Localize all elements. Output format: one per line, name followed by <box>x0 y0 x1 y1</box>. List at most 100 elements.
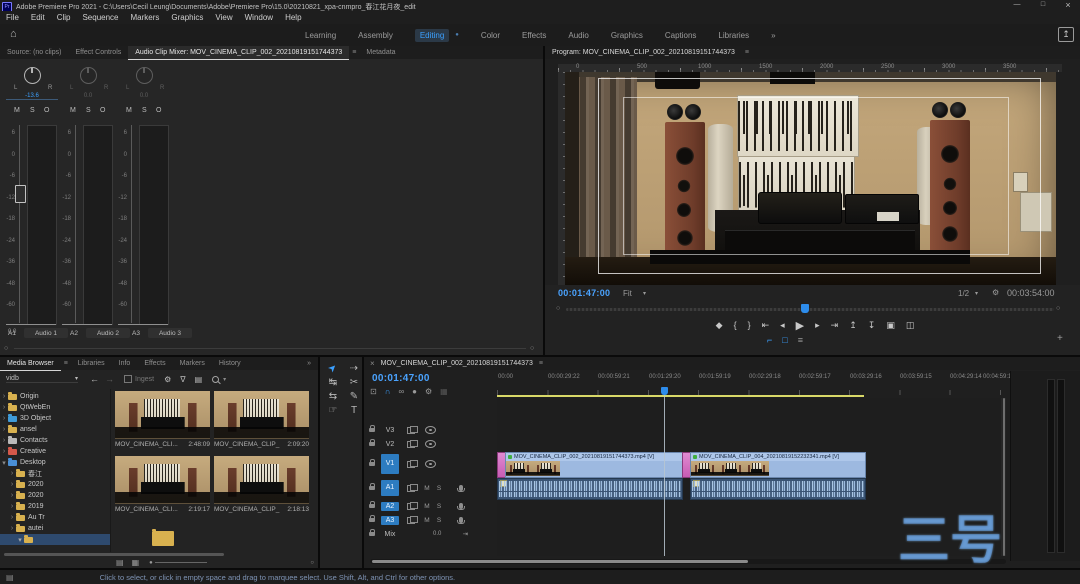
filetype-filter-icon[interactable]: ▤ <box>195 375 203 384</box>
program-video-frame[interactable] <box>565 72 1056 285</box>
tree-item-origin[interactable]: ›Origin <box>0 391 110 402</box>
track-target-a3[interactable]: A3 <box>381 516 399 525</box>
tree-item-selected-bin[interactable]: ▾ <box>0 534 111 545</box>
timeline-ruler[interactable]: 00:00 00:00:29:22 00:00:59:21 00:01:29:2… <box>497 371 1002 395</box>
menu-window[interactable]: Window <box>239 11 279 24</box>
playhead-head[interactable] <box>661 387 668 395</box>
tree-item-creative[interactable]: ›Creative <box>0 446 110 457</box>
track-lock-icon[interactable] <box>369 518 375 522</box>
workspace-tab-effects[interactable]: Effects <box>522 31 546 40</box>
clip-thumbnail[interactable] <box>115 456 210 504</box>
tab-audio-clip-mixer[interactable]: Audio Clip Mixer: MOV_CINEMA_CLIP_002_20… <box>128 46 349 60</box>
mute-track-button[interactable]: M <box>421 503 433 510</box>
monitor-extra-button-2[interactable]: □ <box>782 335 787 345</box>
home-icon[interactable]: ⌂ <box>10 28 17 40</box>
extract-button[interactable]: ↧ <box>868 320 876 331</box>
mute-button[interactable]: M <box>14 107 20 114</box>
track-output-eye-icon[interactable] <box>425 426 436 434</box>
tab-history[interactable]: History <box>212 357 248 370</box>
track-a2-name[interactable]: Audio 2 <box>86 328 130 338</box>
track-a1-name[interactable]: Audio 1 <box>24 328 68 338</box>
tree-item-autei[interactable]: ›autei <box>8 523 110 534</box>
solo-button[interactable]: S <box>86 107 91 114</box>
menu-file[interactable]: File <box>0 11 25 24</box>
media-item[interactable]: MOV_CINEMA_CLIP_2:09:20 <box>214 391 309 453</box>
track-target-v2[interactable]: V2 <box>381 440 399 449</box>
snap-icon[interactable]: ∩ <box>385 387 391 396</box>
timeline-hscrollbar[interactable] <box>370 559 1006 564</box>
tree-item-2020b[interactable]: ›2020 <box>8 490 110 501</box>
media-item[interactable]: MOV_CINEMA_CLI...2:48:09 <box>115 391 210 453</box>
workspace-menu-dot[interactable]: ● <box>455 32 459 38</box>
video-clip-1[interactable]: MOV_CINEMA_CLIP_002_20210819151744373.mp… <box>505 452 683 478</box>
hand-tool[interactable]: ☞ <box>324 405 342 416</box>
mark-out-button[interactable]: } <box>748 320 751 330</box>
mix-track-value[interactable]: 0.0 <box>433 531 441 537</box>
pan-value[interactable]: 0.0 <box>62 93 114 99</box>
track-select-forward-tool[interactable]: ⇢ <box>345 363 363 374</box>
fader-track[interactable] <box>19 125 20 323</box>
timeline-settings-icon[interactable]: ⚙ <box>425 387 432 396</box>
mute-button[interactable]: M <box>70 107 76 114</box>
workspace-tab-libraries[interactable]: Libraries <box>718 31 749 40</box>
mute-button[interactable]: M <box>126 107 132 114</box>
solo-button[interactable]: S <box>30 107 35 114</box>
linked-selection-icon[interactable]: ∞ <box>398 387 404 396</box>
sequence-close-icon[interactable]: × <box>364 359 378 368</box>
type-tool[interactable]: T <box>345 405 363 416</box>
search-icon[interactable] <box>212 376 219 383</box>
insert-nest-icon[interactable]: ⊡ <box>370 387 377 396</box>
close-button[interactable]: × <box>1057 0 1079 10</box>
clip-thumbnail[interactable] <box>214 391 309 439</box>
media-item[interactable]: MOV_CINEMA_CLI...2:19:17 <box>115 456 210 518</box>
sync-lock-icon[interactable] <box>407 485 415 492</box>
path-dropdown[interactable]: vidb▾ <box>6 375 78 383</box>
menu-help[interactable]: Help <box>279 11 307 24</box>
sync-lock-icon[interactable] <box>407 503 415 510</box>
scrubber-playhead[interactable] <box>801 304 809 313</box>
menu-edit[interactable]: Edit <box>25 11 51 24</box>
razor-tool[interactable]: ✂ <box>345 377 363 388</box>
monitor-left-ruler[interactable] <box>558 72 565 285</box>
pan-knob[interactable] <box>136 67 153 84</box>
resolution-select[interactable]: 1/2 <box>958 289 969 298</box>
track-lock-icon[interactable] <box>369 532 375 536</box>
voiceover-record-icon[interactable] <box>459 517 463 523</box>
track-lock-icon[interactable] <box>369 442 375 446</box>
tab-sequence[interactable]: MOV_CINEMA_CLIP_002_20210819151744373 <box>378 357 536 370</box>
sync-lock-icon[interactable] <box>407 517 415 524</box>
tab-overflow[interactable]: » <box>300 357 318 370</box>
pen-tool[interactable]: ✎ <box>345 391 363 402</box>
tab-source-monitor[interactable]: Source: (no clips) <box>0 46 68 59</box>
list-view-icon[interactable]: ▤ <box>116 558 124 567</box>
timeline-position-timecode[interactable]: 00:01:47:00 <box>372 373 430 384</box>
fader-track[interactable] <box>131 125 132 323</box>
menu-view[interactable]: View <box>209 11 238 24</box>
search-dropdown-icon[interactable]: ▾ <box>223 376 226 383</box>
keyframe-nav-icon[interactable]: ⇥ <box>459 530 471 538</box>
tree-item-3d-object[interactable]: ›3D Object <box>0 413 110 424</box>
keyframe-button[interactable]: O <box>100 107 105 114</box>
video-clip-2[interactable]: MOV_CINEMA_CLIP_004_20210819152232341.mp… <box>690 452 866 478</box>
mixer-scrollbar[interactable]: ○ ○ <box>4 345 538 352</box>
sync-lock-icon[interactable] <box>407 441 415 448</box>
track-target-a1[interactable]: A1 <box>381 480 399 496</box>
mute-track-button[interactable]: M <box>421 485 433 492</box>
selection-tool[interactable]: ➤ <box>323 358 344 379</box>
tree-item-qtweben[interactable]: ›QtWebEn <box>0 402 110 413</box>
track-lock-icon[interactable] <box>369 428 375 432</box>
panel-scroll-knob[interactable]: ○ <box>310 560 314 566</box>
minimize-button[interactable]: — <box>1005 1 1029 8</box>
filter-bin-icon[interactable]: ∇ <box>180 375 185 384</box>
media-settings-wrench-icon[interactable]: ⚙ <box>164 375 171 384</box>
scrollbar-left-knob[interactable]: ○ <box>4 345 8 352</box>
pan-value[interactable]: 0.0 <box>118 93 170 99</box>
zoom-dropdown-icon[interactable]: ▾ <box>643 290 646 297</box>
thumbnail-view-icon[interactable]: ▦ <box>132 558 140 567</box>
pan-knob[interactable] <box>24 67 41 84</box>
play-button[interactable]: ▶ <box>796 319 804 332</box>
scrubber-right-knob[interactable]: ○ <box>1056 305 1060 312</box>
media-item[interactable]: MOV_CINEMA_CLIP_2:18:13 <box>214 456 309 518</box>
audio-clip-1[interactable] <box>497 478 683 500</box>
track-target-v3[interactable]: V3 <box>381 426 399 435</box>
